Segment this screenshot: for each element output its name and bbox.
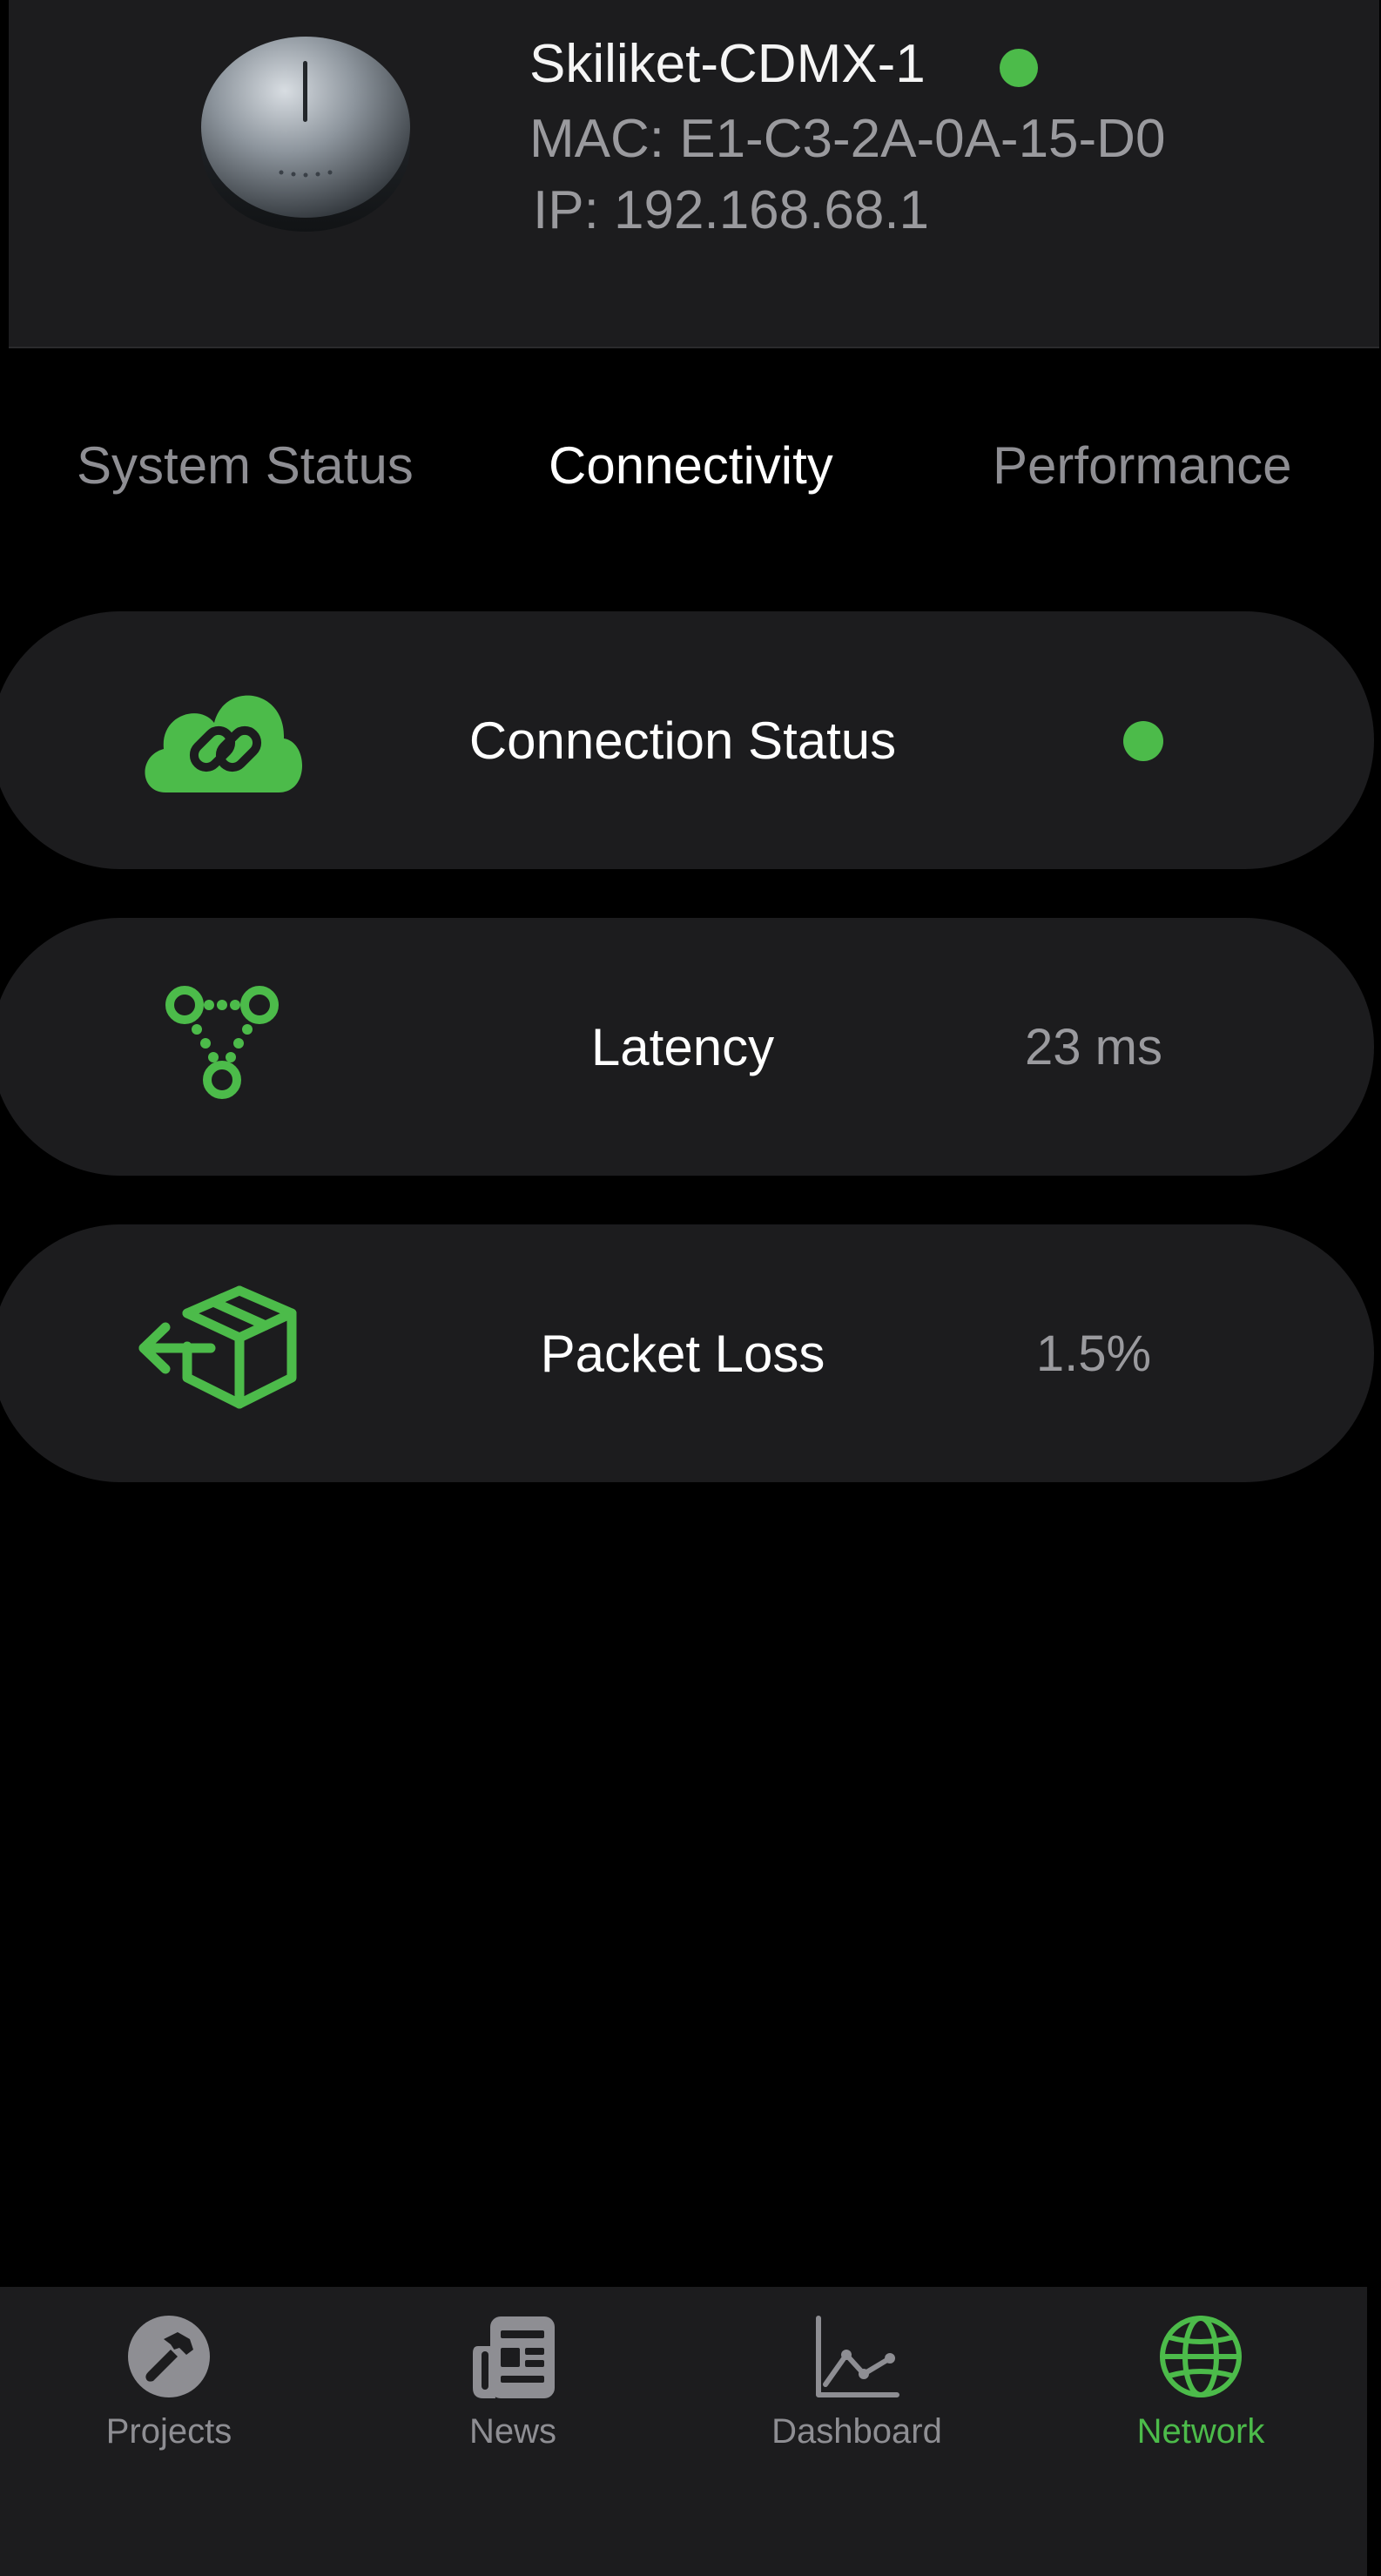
hammer-icon	[128, 2316, 210, 2397]
nav-projects[interactable]: Projects	[38, 2287, 300, 2548]
chart-line-icon	[816, 2316, 899, 2397]
tab-bar: System Status Connectivity Performance	[0, 435, 1381, 519]
metric-card-connection-status[interactable]: Connection Status	[0, 611, 1374, 869]
device-name: Skiliket-CDMX-1	[529, 34, 926, 94]
nav-label: News	[468, 2412, 557, 2451]
device-mac-address: MAC: E1-C3-2A-0A-15-D0	[529, 109, 1166, 169]
globe-icon	[1160, 2316, 1242, 2397]
nav-network[interactable]: Network	[1070, 2287, 1331, 2548]
device-online-indicator	[1000, 49, 1038, 87]
device-header: Skiliket-CDMX-1 MAC: E1-C3-2A-0A-15-D0 I…	[9, 0, 1379, 348]
nav-label: Dashboard	[771, 2412, 942, 2451]
nav-label: Network	[1136, 2412, 1265, 2451]
newspaper-icon	[473, 2316, 555, 2398]
tab-system-status[interactable]: System Status	[77, 435, 414, 496]
device-image	[201, 37, 410, 232]
metric-card-latency[interactable]: Latency 23 ms	[0, 918, 1374, 1176]
latency-value: 23 ms	[1025, 1018, 1162, 1076]
connection-status-indicator	[1123, 721, 1163, 761]
tab-connectivity[interactable]: Connectivity	[549, 435, 833, 496]
tab-performance[interactable]: Performance	[993, 435, 1291, 496]
metric-label: Connection Status	[468, 711, 897, 770]
bottom-navigation: Projects News Dashboard Network	[0, 2287, 1367, 2576]
device-ip-address: IP: 192.168.68.1	[533, 180, 930, 240]
metric-card-packet-loss[interactable]: Packet Loss 1.5%	[0, 1224, 1374, 1482]
nav-label: Projects	[105, 2412, 232, 2451]
nav-dashboard[interactable]: Dashboard	[726, 2287, 987, 2548]
packet-loss-value: 1.5%	[1035, 1325, 1152, 1382]
nav-news[interactable]: News	[382, 2287, 643, 2548]
